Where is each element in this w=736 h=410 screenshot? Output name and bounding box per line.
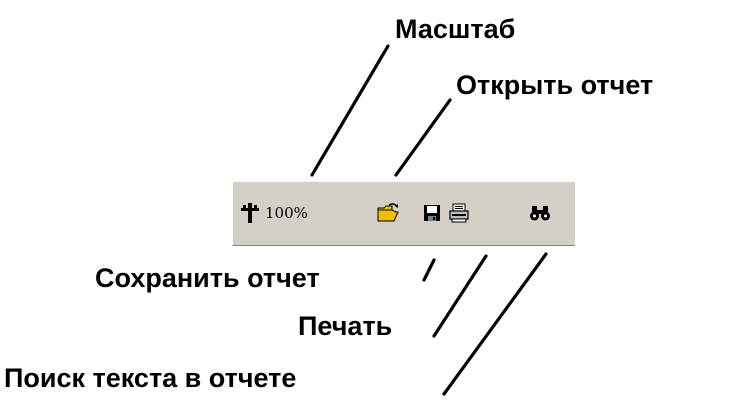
save-report-callout-label: Сохранить отчет xyxy=(95,263,320,293)
floppy-disk-icon xyxy=(424,205,440,221)
print-button[interactable] xyxy=(445,200,473,226)
printer-icon xyxy=(449,203,469,223)
print-callout-label: Печать xyxy=(298,311,393,341)
open-report-button[interactable] xyxy=(375,200,401,226)
open-report-pointer-line xyxy=(394,98,452,177)
zoom-control[interactable]: 100% xyxy=(239,200,349,226)
open-report-callout-label: Открыть отчет xyxy=(456,70,654,100)
find-text-button[interactable] xyxy=(527,200,553,226)
save-report-pointer-line xyxy=(422,258,436,282)
zoom-callout-label: Масштаб xyxy=(395,14,516,44)
find-text-callout-label: Поиск текста в отчете xyxy=(4,363,297,393)
report-toolbar: 100% xyxy=(232,181,575,246)
find-text-pointer-line xyxy=(442,252,548,396)
zoom-pin-icon xyxy=(241,203,259,223)
zoom-value: 100% xyxy=(265,204,308,222)
print-pointer-line xyxy=(432,254,488,338)
folder-open-icon xyxy=(377,203,399,222)
save-report-button[interactable] xyxy=(419,200,445,226)
zoom-pointer-line xyxy=(310,44,390,177)
binoculars-icon xyxy=(530,206,550,221)
